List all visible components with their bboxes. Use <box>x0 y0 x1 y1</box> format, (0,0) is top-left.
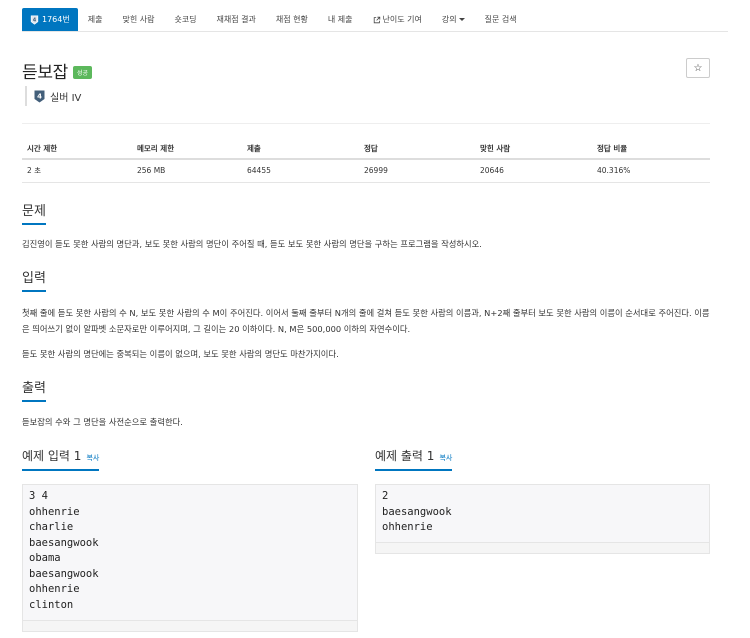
caret-down-icon <box>458 18 465 21</box>
tier-icon-level: 4 <box>37 92 42 100</box>
table-row: 2 초 256 MB 64455 26999 20646 40.316% <box>22 159 710 183</box>
tab-problem-number[interactable]: 4 1764번 <box>22 8 78 31</box>
sample-input-line: baesangwook <box>29 536 99 549</box>
problem-info-table: 시간 제한 메모리 제한 제출 정답 맞힌 사람 정답 비율 2 초 256 M… <box>22 139 710 183</box>
problem-description: 김진영이 듣도 못한 사람의 명단과, 보도 못한 사람의 명단이 주어질 때,… <box>22 239 482 249</box>
horizontal-scrollbar[interactable] <box>23 620 357 631</box>
sample-output-box[interactable]: 2 baesangwook ohhenrie <box>375 484 710 554</box>
copy-input-button[interactable]: 복사 <box>86 453 99 463</box>
tab-solved-users[interactable]: 맞힌 사람 <box>112 8 164 31</box>
tab-shortest[interactable]: 숏코딩 <box>164 8 206 31</box>
sample-input-line: charlie <box>29 521 74 533</box>
sample-output-line: 2 <box>382 490 389 502</box>
problem-title-row: 듣보잡 성공 <box>22 58 93 83</box>
horizontal-scrollbar[interactable] <box>376 542 709 553</box>
cell-time-limit: 2 초 <box>22 159 132 183</box>
star-icon: ☆ <box>693 62 703 74</box>
header-solved-users: 맞힌 사람 <box>475 139 592 160</box>
external-link-icon <box>373 16 380 23</box>
tab-difficulty[interactable]: 난이도 기여 <box>363 8 432 31</box>
sample-input-line: ohhenrie <box>29 583 80 595</box>
status-badge: 성공 <box>73 65 93 79</box>
header-submissions: 제출 <box>242 139 359 160</box>
header-accept-ratio: 정답 비율 <box>592 139 710 160</box>
silver-tier-icon: 4 <box>34 90 45 102</box>
tab-lectures[interactable]: 강의 <box>432 8 475 31</box>
favorite-star-button[interactable]: ☆ <box>686 58 710 78</box>
tab-questions-label: 질문 검색 <box>484 15 517 24</box>
tab-submit-label: 제출 <box>87 15 103 24</box>
problem-nav: 4 1764번 제출 맞힌 사람 숏코딩 재채점 결과 채점 현황 내 제출 난… <box>22 8 728 32</box>
tab-status[interactable]: 채점 현황 <box>266 8 318 31</box>
tab-my-submissions-label: 내 제출 <box>327 15 353 24</box>
section-title-problem: 문제 <box>22 200 46 225</box>
problem-tier[interactable]: 4 실버 IV <box>25 86 81 106</box>
section-title-input: 입력 <box>22 267 46 292</box>
sample-input-box[interactable]: 3 4 ohhenrie charlie baesangwook obama b… <box>22 484 358 632</box>
sample-input-title: 예제 입력 1 <box>22 449 82 463</box>
sample-input-line: 3 4 <box>29 490 48 502</box>
tier-label: 실버 IV <box>50 92 82 104</box>
sample-input-line: ohhenrie <box>29 505 80 518</box>
output-description: 듣보잡의 수와 그 명단을 사전순으로 출력한다. <box>22 417 183 427</box>
cell-memory-limit: 256 MB <box>132 159 242 183</box>
sample-input-line: clinton <box>29 598 74 611</box>
section-title-output: 출력 <box>22 377 46 402</box>
tier-mini-level: 4 <box>33 17 37 23</box>
tab-solved-users-label: 맞힌 사람 <box>122 15 155 24</box>
input-description-1: 첫째 줄에 듣도 못한 사람의 수 N, 보도 못한 사람의 수 M이 주어진다… <box>22 308 710 334</box>
problem-number-label: 1764번 <box>42 15 70 24</box>
table-header-row: 시간 제한 메모리 제한 제출 정답 맞힌 사람 정답 비율 <box>22 139 710 160</box>
input-description-2: 듣도 못한 사람의 명단에는 중복되는 이름이 없으며, 보도 못한 사람의 명… <box>22 349 339 359</box>
cell-accept-ratio: 40.316% <box>592 159 710 183</box>
header-memory-limit: 메모리 제한 <box>132 139 242 160</box>
tab-questions[interactable]: 질문 검색 <box>475 8 527 31</box>
tab-rejudge[interactable]: 재채점 결과 <box>207 8 266 31</box>
page-title: 듣보잡 <box>22 63 69 83</box>
tab-lectures-label: 강의 <box>441 15 457 24</box>
header-accepted: 정답 <box>359 139 475 160</box>
sample-output-heading: 예제 출력 1 복사 <box>375 447 453 471</box>
sample-output-line: baesangwook <box>382 505 452 518</box>
tab-difficulty-label: 난이도 기여 <box>382 15 422 24</box>
sample-input-line: baesangwook <box>29 567 99 580</box>
sample-output-title: 예제 출력 1 <box>375 449 435 463</box>
cell-submissions: 64455 <box>242 159 359 183</box>
cell-accepted: 26999 <box>359 159 475 183</box>
tab-my-submissions[interactable]: 내 제출 <box>318 8 363 31</box>
sample-output-line: ohhenrie <box>382 521 433 533</box>
header-time-limit: 시간 제한 <box>22 139 132 160</box>
copy-output-button[interactable]: 복사 <box>439 453 452 463</box>
tab-shortest-label: 숏코딩 <box>174 15 197 24</box>
tab-status-label: 채점 현황 <box>275 15 308 24</box>
cell-solved-users: 20646 <box>475 159 592 183</box>
silver-tier-icon: 4 <box>30 15 39 25</box>
sample-input-line: obama <box>29 552 61 564</box>
divider <box>22 123 710 124</box>
tab-rejudge-label: 재채점 결과 <box>216 15 256 24</box>
tab-submit[interactable]: 제출 <box>78 8 113 31</box>
sample-input-heading: 예제 입력 1 복사 <box>22 447 100 471</box>
